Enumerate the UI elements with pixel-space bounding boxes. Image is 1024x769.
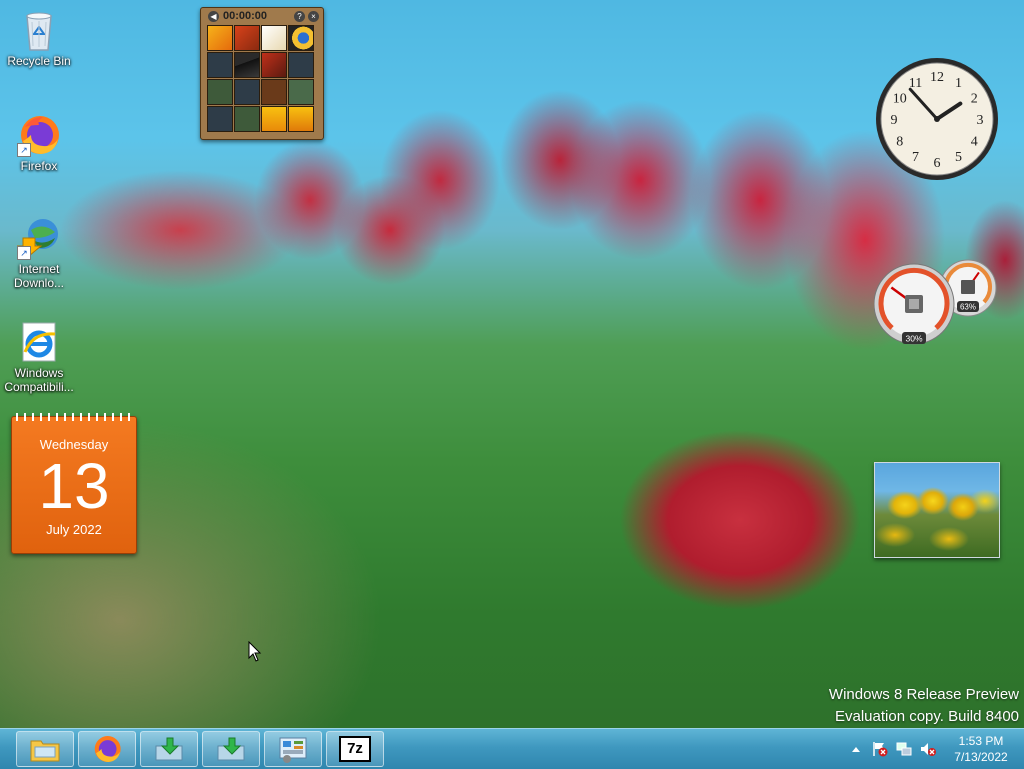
network-icon[interactable]	[895, 740, 913, 758]
firefox-icon: ↗	[17, 113, 61, 157]
picture-puzzle-gadget[interactable]: ◀ 00:00:00 ? ×	[200, 7, 324, 140]
clock-numeral: 6	[934, 156, 941, 171]
windows-watermark: Windows 8 Release Preview Evaluation cop…	[829, 684, 1019, 728]
puzzle-back-icon[interactable]: ◀	[208, 10, 219, 22]
download-arrow-icon	[155, 737, 183, 761]
puzzle-tile[interactable]	[207, 52, 233, 78]
calendar-month-year: July 2022	[46, 522, 102, 537]
puzzle-timer: 00:00:00	[223, 10, 268, 22]
system-tray: 1:53 PM 7/13/2022	[844, 729, 1024, 769]
taskbar-time: 1:53 PM	[958, 734, 1004, 748]
desktop-icon-label: Internet Downlo...	[13, 262, 65, 290]
cpu-meter-gadget[interactable]: 30% 63%	[873, 258, 1000, 350]
desktop-icon-label: Windows Compatibili...	[4, 366, 74, 394]
desktop-icon-internet-download-manager[interactable]: ↗ Internet Downlo...	[1, 216, 77, 290]
calendar-gadget[interactable]: Wednesday 13 July 2022	[11, 413, 137, 554]
recycle-bin-icon	[17, 8, 61, 52]
show-hidden-icons-arrow[interactable]	[847, 740, 865, 758]
slide-show-gadget[interactable]	[874, 462, 1000, 558]
puzzle-close-button[interactable]: ×	[308, 10, 319, 22]
taskbar-date: 7/13/2022	[954, 750, 1008, 764]
puzzle-tile[interactable]	[234, 106, 260, 132]
clock-numeral: 2	[971, 92, 978, 107]
cpu-usage-label: 30%	[905, 334, 922, 344]
puzzle-tile[interactable]	[261, 25, 287, 51]
7zip-icon: 7z	[339, 736, 371, 762]
clock-numeral: 10	[893, 92, 907, 107]
watermark-line-1: Windows 8 Release Preview	[828, 686, 1019, 703]
clock-numeral: 5	[955, 150, 962, 165]
taskbar: 7z 1:53 PM 7/13/2022	[0, 728, 1024, 769]
firefox-icon	[94, 736, 121, 762]
internet-download-manager-icon: ↗	[15, 216, 61, 260]
clock-numeral: 12	[930, 70, 944, 85]
puzzle-tile[interactable]	[261, 106, 287, 132]
download-arrow-icon	[217, 737, 245, 761]
puzzle-tile[interactable]	[288, 79, 314, 105]
puzzle-tile[interactable]	[288, 106, 314, 132]
clock-numeral: 9	[891, 113, 898, 128]
clock-numeral: 7	[912, 150, 919, 165]
puzzle-grid	[207, 25, 317, 132]
puzzle-tile[interactable]	[261, 52, 287, 78]
desktop-icon-firefox[interactable]: ↗ Firefox	[1, 113, 77, 173]
volume-muted-icon[interactable]	[919, 740, 937, 758]
taskbar-button-control-panel[interactable]	[264, 731, 322, 767]
taskbar-button-7zip[interactable]: 7z	[326, 731, 384, 767]
puzzle-tile[interactable]	[207, 25, 233, 51]
desktop-icon-recycle-bin[interactable]: Recycle Bin	[1, 8, 77, 68]
puzzle-tile[interactable]	[234, 25, 260, 51]
clock-numeral: 1	[955, 76, 962, 91]
puzzle-tile[interactable]	[207, 79, 233, 105]
puzzle-tile[interactable]	[207, 106, 233, 132]
clock-numeral: 8	[896, 135, 903, 150]
desktop-icon-label: Firefox	[20, 159, 58, 173]
clock-numeral: 4	[971, 135, 978, 150]
control-panel-icon	[279, 737, 307, 763]
puzzle-toolbar: ◀ 00:00:00 ? ×	[201, 8, 323, 24]
puzzle-help-button[interactable]: ?	[294, 10, 305, 22]
desktop-icon-label: Recycle Bin	[7, 54, 71, 68]
calendar-rings	[16, 413, 132, 421]
puzzle-tile[interactable]	[234, 79, 260, 105]
taskbar-button-download-1[interactable]	[140, 731, 198, 767]
taskbar-button-download-2[interactable]	[202, 731, 260, 767]
watermark-line-2: Evaluation copy. Build 8400	[834, 708, 1019, 725]
puzzle-tile[interactable]	[288, 52, 314, 78]
taskbar-button-firefox[interactable]	[78, 731, 136, 767]
clock-numeral: 3	[977, 113, 984, 128]
calendar-day: 13	[38, 450, 110, 522]
clock-gadget[interactable]: 12 1 2 3 4 5 6 7 8 9 10 11	[874, 56, 1000, 182]
mouse-cursor-icon	[248, 640, 262, 667]
taskbar-button-file-explorer[interactable]	[16, 731, 74, 767]
puzzle-tile[interactable]	[234, 52, 260, 78]
taskbar-clock[interactable]: 1:53 PM 7/13/2022	[946, 733, 1016, 765]
puzzle-tile[interactable]	[261, 79, 287, 105]
puzzle-tile[interactable]	[288, 25, 314, 51]
folder-icon	[30, 740, 60, 762]
memory-usage-label: 63%	[960, 303, 976, 312]
shortcut-arrow-icon: ↗	[17, 143, 31, 157]
action-center-flag-icon[interactable]	[871, 740, 889, 758]
desktop-icon-windows-compatibility[interactable]: Windows Compatibili...	[1, 320, 77, 394]
internet-explorer-icon	[17, 320, 61, 364]
shortcut-arrow-icon: ↗	[17, 246, 31, 260]
